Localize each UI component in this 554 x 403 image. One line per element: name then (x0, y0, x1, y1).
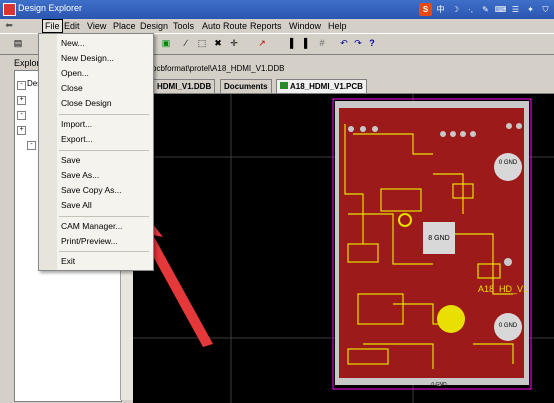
pcb-drawing: 0 GND 0 GND 8 GND A18_HD_V1 0 GND (133, 94, 554, 403)
keyboard-icon[interactable]: ⌨ (494, 3, 507, 16)
menu-item-cam-manager[interactable]: CAM Manager... (61, 221, 122, 231)
punctuation-icon[interactable]: ·, (464, 3, 477, 16)
menu-design[interactable]: Design (138, 20, 170, 32)
menu-icon[interactable]: ☰ (509, 3, 522, 16)
menu-item-close-design[interactable]: Close Design (61, 98, 112, 108)
expand-icon[interactable]: + (17, 126, 26, 135)
wire-icon[interactable]: ∕ (180, 37, 192, 49)
redo-icon[interactable]: ↷ (352, 37, 364, 49)
select-box-icon[interactable]: ⬚ (196, 37, 208, 49)
menu-reports[interactable]: Reports (248, 20, 284, 32)
menu-separator (59, 251, 149, 252)
explorer-title: Explor (14, 58, 40, 68)
moon-icon[interactable]: ☽ (449, 3, 462, 16)
path-bar: pcbformat\protel\A18_HDMI_V1.DDB (133, 60, 554, 75)
menu-view[interactable]: View (85, 20, 108, 32)
library-icon[interactable]: ▐ (284, 37, 296, 49)
move-icon[interactable]: ✛ (228, 37, 240, 49)
menu-item-open[interactable]: Open... (61, 68, 89, 78)
expand-icon[interactable]: + (17, 96, 26, 105)
tools-icon[interactable]: ⛉ (539, 3, 552, 16)
menu-item-exit[interactable]: Exit (61, 256, 75, 266)
menu-gutter (39, 34, 57, 270)
gnd-label: 0 GND (499, 160, 518, 166)
menu-item-import[interactable]: Import... (61, 119, 92, 129)
document-path: pcbformat\protel\A18_HDMI_V1.DDB (152, 64, 285, 73)
browse-icon[interactable]: ▐ (298, 37, 310, 49)
menu-tools[interactable]: Tools (171, 20, 196, 32)
undo-icon[interactable]: ↶ (338, 37, 350, 49)
gnd-label: 0 GND (431, 382, 447, 388)
expand-icon[interactable]: - (27, 141, 36, 150)
board-label: A18_HD_V1 (478, 284, 528, 294)
menu-separator (59, 150, 149, 151)
menu-window[interactable]: Window (287, 20, 323, 32)
title-bar: Design Explorer S 中 ☽ ·, ✎ ⌨ ☰ ✦ ⛉ (0, 0, 554, 19)
document-tabs: HDMI_V1.DDB Documents A18_HDMI_V1.PCB (133, 76, 554, 94)
component-icon[interactable]: ▣ (160, 37, 172, 49)
expand-icon[interactable]: - (17, 111, 26, 120)
sogou-icon[interactable]: S (419, 3, 432, 16)
star-icon[interactable]: ✦ (524, 3, 537, 16)
menu-item-save-all[interactable]: Save All (61, 200, 92, 210)
gnd-label: 8 GND (428, 235, 449, 242)
menu-item-save-copy-as[interactable]: Save Copy As... (61, 185, 121, 195)
menu-item-save-as[interactable]: Save As... (61, 170, 99, 180)
file-menu: New... New Design... Open... Close Close… (38, 33, 154, 271)
menu-auto-route[interactable]: Auto Route (200, 20, 249, 32)
menu-edit[interactable]: Edit (62, 20, 82, 32)
expand-icon[interactable]: - (17, 81, 26, 90)
pen-icon[interactable]: ✎ (479, 3, 492, 16)
pcb-doc-icon (280, 82, 288, 89)
menu-item-export[interactable]: Export... (61, 134, 93, 144)
menu-item-new[interactable]: New... (61, 38, 85, 48)
app-icon (3, 3, 16, 16)
tab-hdmi-ddb[interactable]: HDMI_V1.DDB (153, 79, 216, 93)
ime-chinese-icon[interactable]: 中 (434, 3, 447, 16)
menu-file[interactable]: File (42, 19, 63, 33)
help-icon[interactable]: ? (366, 37, 378, 49)
system-tray: S 中 ☽ ·, ✎ ⌨ ☰ ✦ ⛉ (419, 0, 554, 19)
window-title: Design Explorer (18, 3, 83, 13)
deselect-icon[interactable]: ✖ (212, 37, 224, 49)
route-icon[interactable]: ↗ (256, 37, 268, 49)
menu-item-new-design[interactable]: New Design... (61, 53, 114, 63)
tab-documents[interactable]: Documents (220, 79, 272, 93)
menu-bar: ⬅ File Edit View Place Design Tools Auto… (0, 19, 554, 34)
menu-item-save[interactable]: Save (61, 155, 80, 165)
pcb-canvas[interactable]: 0 GND 0 GND 8 GND A18_HD_V1 0 GND (133, 94, 554, 403)
menu-item-close[interactable]: Close (61, 83, 83, 93)
menu-help[interactable]: Help (326, 20, 349, 32)
menu-place[interactable]: Place (111, 20, 138, 32)
menu-separator (59, 216, 149, 217)
gnd-label: 0 GND (499, 323, 518, 329)
menu-separator (59, 114, 149, 115)
grid-icon[interactable]: # (316, 37, 328, 49)
arrow-icon[interactable]: ⬅ (3, 19, 15, 31)
menu-item-print-preview[interactable]: Print/Preview... (61, 236, 118, 246)
tab-pcb[interactable]: A18_HDMI_V1.PCB (276, 79, 367, 93)
panel-toggle-icon[interactable]: ▤ (12, 37, 24, 49)
